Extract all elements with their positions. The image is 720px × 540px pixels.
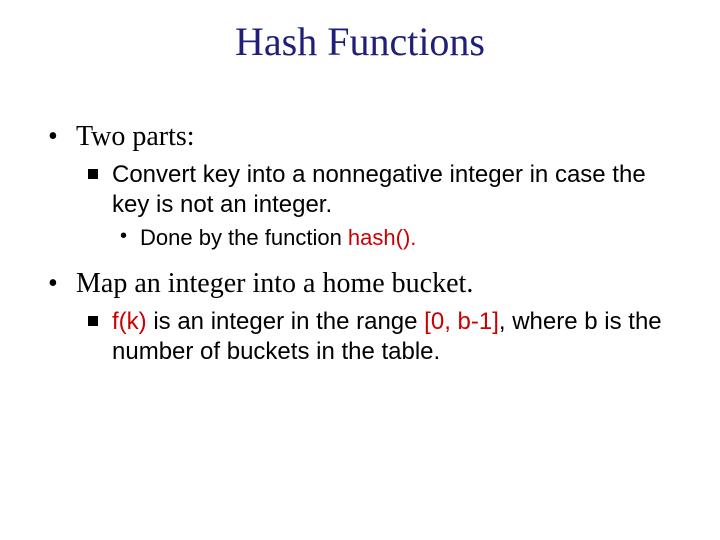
bullet-two-parts: Two parts:: [48, 119, 672, 154]
bullet-map-integer: Map an integer into a home bucket.: [48, 266, 672, 301]
text-range-mid: is an integer in the range: [147, 308, 425, 335]
slide-body: Two parts: Convert key into a nonnegativ…: [0, 65, 720, 367]
bullet-convert-key: Convert key into a nonnegative integer i…: [84, 160, 672, 220]
bullet-done-by-hash: Done by the function hash().: [120, 224, 672, 252]
text-done-by: Done by the function: [140, 225, 348, 250]
slide: Hash Functions Two parts: Convert key in…: [0, 0, 720, 540]
text-range: [0, b-1]: [424, 308, 499, 335]
slide-title: Hash Functions: [0, 0, 720, 65]
bullet-fk-range: f(k) is an integer in the range [0, b-1]…: [84, 307, 672, 367]
text-fk: f(k): [112, 308, 147, 335]
text-hash-fn: hash().: [348, 225, 416, 250]
